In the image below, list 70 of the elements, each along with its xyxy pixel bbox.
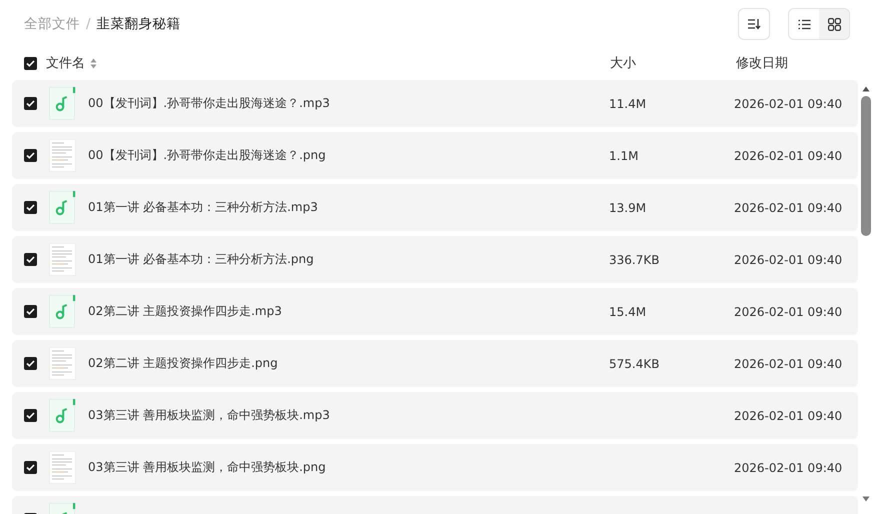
file-row[interactable]: 00【发刊词】.孙哥带你走出股海迷途？.mp3 11.4M 2026-02-01 09:40 bbox=[12, 80, 858, 127]
list-view-button[interactable] bbox=[789, 9, 819, 39]
check-icon bbox=[26, 256, 35, 263]
file-row[interactable]: 03第三讲 善用板块监测，命中强势板块.png 2026-02-01 09:40 bbox=[12, 444, 858, 491]
row-checkbox[interactable] bbox=[24, 201, 37, 214]
file-name: 02第二讲 主题投资操作四步走.png bbox=[88, 355, 279, 372]
file-row[interactable]: 00【发刊词】.孙哥带你走出股海迷途？.png 1.1M 2026-02-01 09:40 bbox=[12, 132, 858, 179]
audio-file-icon bbox=[49, 191, 76, 224]
modified-date: 2026-02-01 09:40 bbox=[734, 304, 842, 318]
file-size: 1.1M bbox=[609, 148, 638, 162]
scrollbar-thumb[interactable] bbox=[861, 96, 871, 236]
row-checkbox[interactable] bbox=[24, 461, 37, 474]
file-name: 02第二讲 主题投资操作四步走.mp3 bbox=[88, 303, 283, 320]
file-name: 03第三讲 善用板块监测，命中强势板块.mp3 bbox=[88, 407, 331, 424]
file-row[interactable]: 02第二讲 主题投资操作四步走.mp3 15.4M 2026-02-01 09:40 bbox=[12, 288, 858, 335]
row-checkbox[interactable] bbox=[24, 97, 37, 110]
scroll-up-icon[interactable] bbox=[862, 86, 870, 92]
file-name: 03第三讲 善用板块监测，命中强势板块.png bbox=[88, 459, 327, 476]
check-icon bbox=[26, 60, 35, 66]
check-icon bbox=[26, 152, 35, 159]
check-icon bbox=[26, 308, 35, 315]
modified-date: 2026-02-01 09:40 bbox=[734, 148, 842, 162]
file-size: 11.4M bbox=[609, 96, 646, 110]
document-thumbnail bbox=[49, 243, 76, 276]
modified-date: 2026-02-01 09:40 bbox=[734, 96, 842, 110]
file-row[interactable]: 01第一讲 必备基本功：三种分析方法.mp3 13.9M 2026-02-01 09:40 bbox=[12, 184, 858, 231]
row-checkbox[interactable] bbox=[24, 253, 37, 266]
file-name: 00【发刊词】.孙哥带你走出股海迷途？.png bbox=[88, 147, 327, 164]
audio-file-icon bbox=[49, 87, 76, 120]
breadcrumb-separator: / bbox=[86, 16, 91, 32]
row-checkbox[interactable] bbox=[24, 305, 37, 318]
sort-arrows-icon[interactable] bbox=[90, 58, 97, 68]
file-name: 01第一讲 必备基本功：三种分析方法.png bbox=[88, 251, 315, 268]
check-icon bbox=[26, 360, 35, 367]
document-thumbnail bbox=[49, 139, 76, 172]
row-checkbox[interactable] bbox=[24, 357, 37, 370]
document-thumbnail bbox=[49, 347, 76, 380]
breadcrumb-item: 韭菜翻身秘籍 bbox=[96, 15, 181, 33]
document-thumbnail bbox=[49, 451, 76, 484]
select-all-checkbox[interactable] bbox=[24, 56, 37, 70]
column-header[interactable]: 文件名 bbox=[46, 54, 85, 72]
scroll-down-icon[interactable] bbox=[862, 496, 870, 502]
modified-date: 2026-02-01 09:40 bbox=[734, 252, 842, 266]
audio-file-icon bbox=[49, 399, 76, 432]
file-size: 13.9M bbox=[609, 200, 646, 214]
row-checkbox[interactable] bbox=[24, 149, 37, 162]
sort-icon bbox=[747, 18, 761, 30]
column-header: 修改日期 bbox=[736, 55, 788, 72]
row-checkbox[interactable] bbox=[24, 409, 37, 422]
grid-icon bbox=[828, 18, 840, 30]
modified-date: 2026-02-01 09:40 bbox=[734, 356, 842, 370]
file-size: 15.4M bbox=[609, 304, 646, 318]
column-header: 大小 bbox=[610, 55, 636, 72]
modified-date: 2026-02-01 09:40 bbox=[734, 460, 842, 474]
modified-date: 2026-02-01 09:40 bbox=[734, 408, 842, 422]
check-icon bbox=[26, 412, 35, 419]
check-icon bbox=[26, 204, 35, 211]
list-icon bbox=[798, 18, 810, 30]
file-size: 575.4KB bbox=[609, 356, 660, 370]
sort-button[interactable] bbox=[738, 8, 770, 40]
check-icon bbox=[26, 100, 35, 107]
file-row[interactable]: 03第三讲 善用板块监测，命中强势板块.mp3 2026-02-01 09:40 bbox=[12, 392, 858, 439]
file-row[interactable]: 01第一讲 必备基本功：三种分析方法.png 336.7KB 2026-02-01 09:40 bbox=[12, 236, 858, 283]
check-icon bbox=[26, 464, 35, 471]
file-size: 336.7KB bbox=[609, 252, 660, 266]
file-row[interactable]: 02第二讲 主题投资操作四步走.png 575.4KB 2026-02-01 09:40 bbox=[12, 340, 858, 387]
audio-file-icon bbox=[49, 295, 76, 328]
file-name: 01第一讲 必备基本功：三种分析方法.mp3 bbox=[88, 199, 319, 216]
file-name: 00【发刊词】.孙哥带你走出股海迷途？.mp3 bbox=[88, 95, 331, 112]
modified-date: 2026-02-01 09:40 bbox=[734, 200, 842, 214]
